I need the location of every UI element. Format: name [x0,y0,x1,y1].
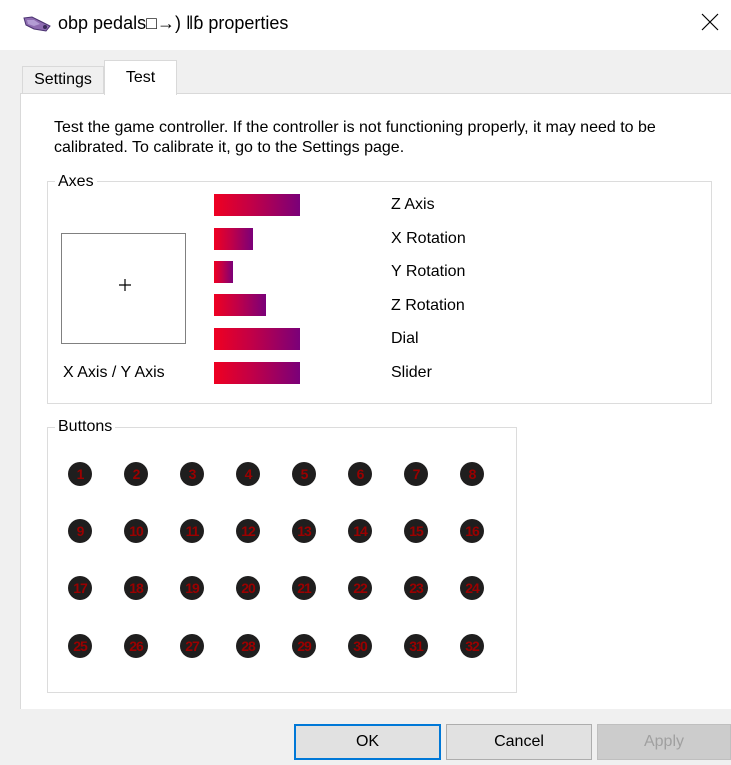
controller-button-17: 17 [68,576,92,600]
controller-button-28: 28 [236,634,260,658]
test-description: Test the game controller. If the control… [54,119,656,156]
cancel-button[interactable]: Cancel [446,724,592,760]
axis-bar-z-axis [214,194,300,216]
controller-button-13: 13 [292,519,316,543]
controller-button-19: 19 [180,576,204,600]
controller-button-number: 28 [241,638,256,654]
controller-button-12: 12 [236,519,260,543]
controller-button-number: 10 [129,523,144,539]
xy-axis-caption: X Axis / Y Axis [63,364,165,381]
controller-button-25: 25 [68,634,92,658]
controller-button-1: 1 [68,462,92,486]
controller-button-32: 32 [460,634,484,658]
controller-button-number: 29 [297,638,312,654]
axis-label-slider: Slider [391,364,432,381]
controller-button-number: 1 [76,466,85,482]
controller-button-number: 16 [465,523,480,539]
window-title: obp pedals□→) ‖ɓ properties [58,13,289,33]
close-button[interactable] [692,6,728,42]
controller-button-5: 5 [292,462,316,486]
controller-button-number: 30 [353,638,368,654]
controller-button-number: 14 [353,523,368,539]
controller-button-24: 24 [460,576,484,600]
controller-button-number: 32 [465,638,480,654]
controller-button-number: 17 [73,580,88,596]
axes-group-label: Axes [55,173,97,191]
axis-label-z-axis: Z Axis [391,196,435,213]
controller-button-number: 21 [297,580,312,596]
controller-button-number: 27 [185,638,200,654]
controller-button-31: 31 [404,634,428,658]
axis-bar-x-rotation [214,228,253,250]
game-controller-icon [22,14,52,36]
controller-button-number: 5 [300,466,309,482]
buttons-groupbox [47,427,517,693]
tab-settings[interactable]: Settings [22,66,104,93]
axis-bar-z-rotation [214,294,266,316]
controller-button-number: 9 [76,523,85,539]
controller-button-10: 10 [124,519,148,543]
axis-label-x-rotation: X Rotation [391,230,466,247]
title-bar: obp pedals□→) ‖ɓ properties [0,0,731,50]
apply-button[interactable]: Apply [597,724,731,760]
controller-button-number: 22 [353,580,368,596]
controller-button-number: 2 [132,466,141,482]
controller-button-number: 3 [188,466,197,482]
axis-label-z-rotation: Z Rotation [391,297,465,314]
controller-button-16: 16 [460,519,484,543]
controller-button-23: 23 [404,576,428,600]
controller-button-2: 2 [124,462,148,486]
controller-button-number: 8 [468,466,477,482]
controller-button-15: 15 [404,519,428,543]
controller-button-29: 29 [292,634,316,658]
controller-button-11: 11 [180,519,204,543]
tab-test[interactable]: Test [104,60,177,95]
axis-label-dial: Dial [391,330,419,347]
controller-button-18: 18 [124,576,148,600]
controller-button-number: 15 [409,523,424,539]
controller-button-4: 4 [236,462,260,486]
controller-button-26: 26 [124,634,148,658]
controller-button-7: 7 [404,462,428,486]
controller-button-3: 3 [180,462,204,486]
controller-button-number: 25 [73,638,88,654]
buttons-group-label: Buttons [55,418,116,436]
controller-button-number: 23 [409,580,424,596]
controller-button-number: 4 [244,466,253,482]
axis-bar-slider [214,362,300,384]
controller-button-27: 27 [180,634,204,658]
controller-button-number: 12 [241,523,256,539]
controller-button-number: 7 [412,466,421,482]
axis-bar-y-rotation [214,261,233,283]
controller-button-6: 6 [348,462,372,486]
close-icon[interactable] [701,13,719,36]
controller-button-number: 20 [241,580,256,596]
controller-button-number: 18 [129,580,144,596]
controller-button-number: 11 [185,523,200,539]
controller-button-9: 9 [68,519,92,543]
axis-label-y-rotation: Y Rotation [391,263,466,280]
controller-button-number: 6 [356,466,365,482]
controller-button-8: 8 [460,462,484,486]
controller-button-21: 21 [292,576,316,600]
crosshair-plus-icon [118,278,132,292]
controller-button-number: 31 [409,638,424,654]
controller-button-22: 22 [348,576,372,600]
ok-button[interactable]: OK [294,724,441,760]
controller-button-number: 26 [129,638,144,654]
controller-button-number: 19 [185,580,200,596]
controller-button-20: 20 [236,576,260,600]
axis-bar-dial [214,328,300,350]
controller-button-30: 30 [348,634,372,658]
controller-button-14: 14 [348,519,372,543]
controller-button-number: 24 [465,580,480,596]
controller-button-number: 13 [297,523,312,539]
